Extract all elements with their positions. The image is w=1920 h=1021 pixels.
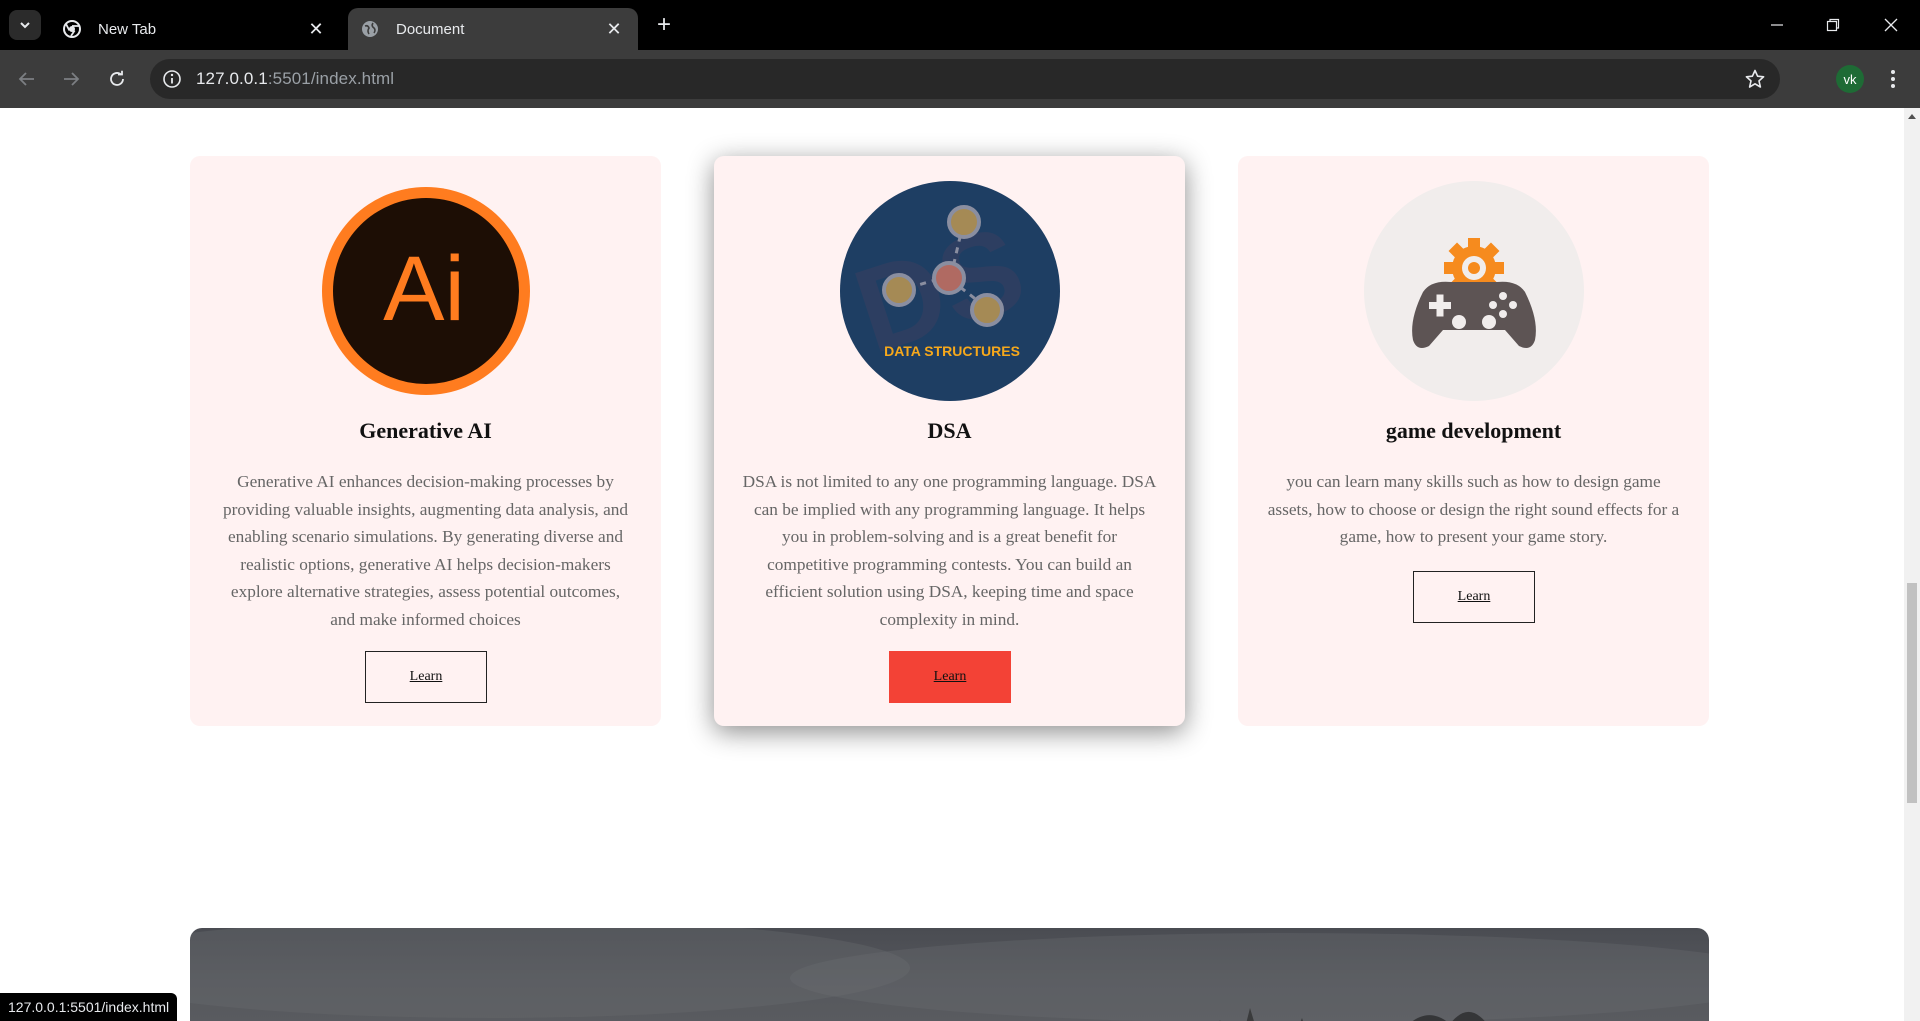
reload-icon[interactable] — [104, 66, 130, 92]
restore-icon[interactable] — [1820, 12, 1846, 38]
window-close-icon[interactable] — [1878, 12, 1904, 38]
data-structures-icon: DS DATA STRUCTURES — [839, 180, 1061, 402]
card-description: you can learn many skills such as how to… — [1267, 472, 1680, 546]
tab-title: New Tab — [98, 20, 157, 38]
card-title: Generative AI — [359, 418, 492, 443]
card-title: DSA — [927, 418, 972, 443]
course-card-generative-ai: Ai Generative AI Generative AI enhances … — [190, 156, 661, 726]
forward-arrow-icon[interactable] — [58, 66, 84, 92]
url-host: 127.0.0.1 — [196, 69, 268, 88]
minimize-icon[interactable] — [1764, 12, 1790, 38]
profile-avatar[interactable]: vk — [1836, 65, 1864, 93]
card-description: Generative AI enhances decision-making p… — [222, 472, 629, 629]
link-status-bar: 127.0.0.1:5501/index.html — [0, 993, 178, 1021]
url-path: :5501/index.html — [267, 69, 395, 88]
course-card-dsa: DS DATA STRUCTURES DSA DSA is not limite… — [714, 156, 1185, 726]
card-description: DSA is not limited to any one programmin… — [742, 472, 1157, 629]
bookmark-star-icon[interactable] — [1744, 68, 1766, 90]
adobe-illustrator-ai-icon: Ai — [315, 180, 537, 402]
page-viewport: Ai Generative AI Generative AI enhances … — [0, 108, 1904, 1021]
tab-search-button[interactable] — [9, 10, 41, 40]
url-text: 127.0.0.1:5501/index.html — [196, 69, 394, 89]
browser-tab-bar: New Tab ✕ Document ✕ + — [0, 0, 1920, 50]
learn-button[interactable]: Learn — [1413, 571, 1535, 623]
ds-logo-text: DATA STRUCTURES — [884, 343, 1020, 359]
tab-title: Document — [396, 20, 465, 38]
close-icon[interactable]: ✕ — [304, 17, 328, 41]
close-icon[interactable]: ✕ — [602, 17, 626, 41]
scrollbar-thumb[interactable] — [1907, 583, 1917, 803]
card-title: game development — [1385, 418, 1562, 443]
learn-button[interactable]: Learn — [889, 651, 1011, 703]
scroll-up-arrow-icon[interactable] — [1908, 114, 1916, 119]
site-info-icon[interactable] — [162, 69, 182, 89]
tab-new-tab[interactable]: New Tab ✕ — [50, 8, 340, 50]
tab-document[interactable]: Document ✕ — [348, 8, 638, 50]
address-bar[interactable]: 127.0.0.1:5501/index.html — [150, 59, 1780, 99]
globe-icon — [360, 19, 380, 39]
learn-button[interactable]: Learn — [365, 651, 487, 703]
more-menu-icon[interactable] — [1880, 66, 1906, 92]
ai-logo-text: Ai — [383, 238, 465, 340]
page-scrollbar[interactable] — [1904, 108, 1920, 1021]
course-card-game-development: game development you can learn many skil… — [1238, 156, 1709, 726]
back-arrow-icon[interactable] — [14, 66, 40, 92]
browser-toolbar: 127.0.0.1:5501/index.html vk — [0, 50, 1920, 108]
hero-banner-image — [190, 928, 1709, 1021]
gamepad-gear-icon — [1363, 180, 1585, 402]
chevron-down-icon — [20, 22, 30, 29]
chrome-icon — [62, 19, 82, 39]
new-tab-button[interactable]: + — [652, 13, 676, 37]
